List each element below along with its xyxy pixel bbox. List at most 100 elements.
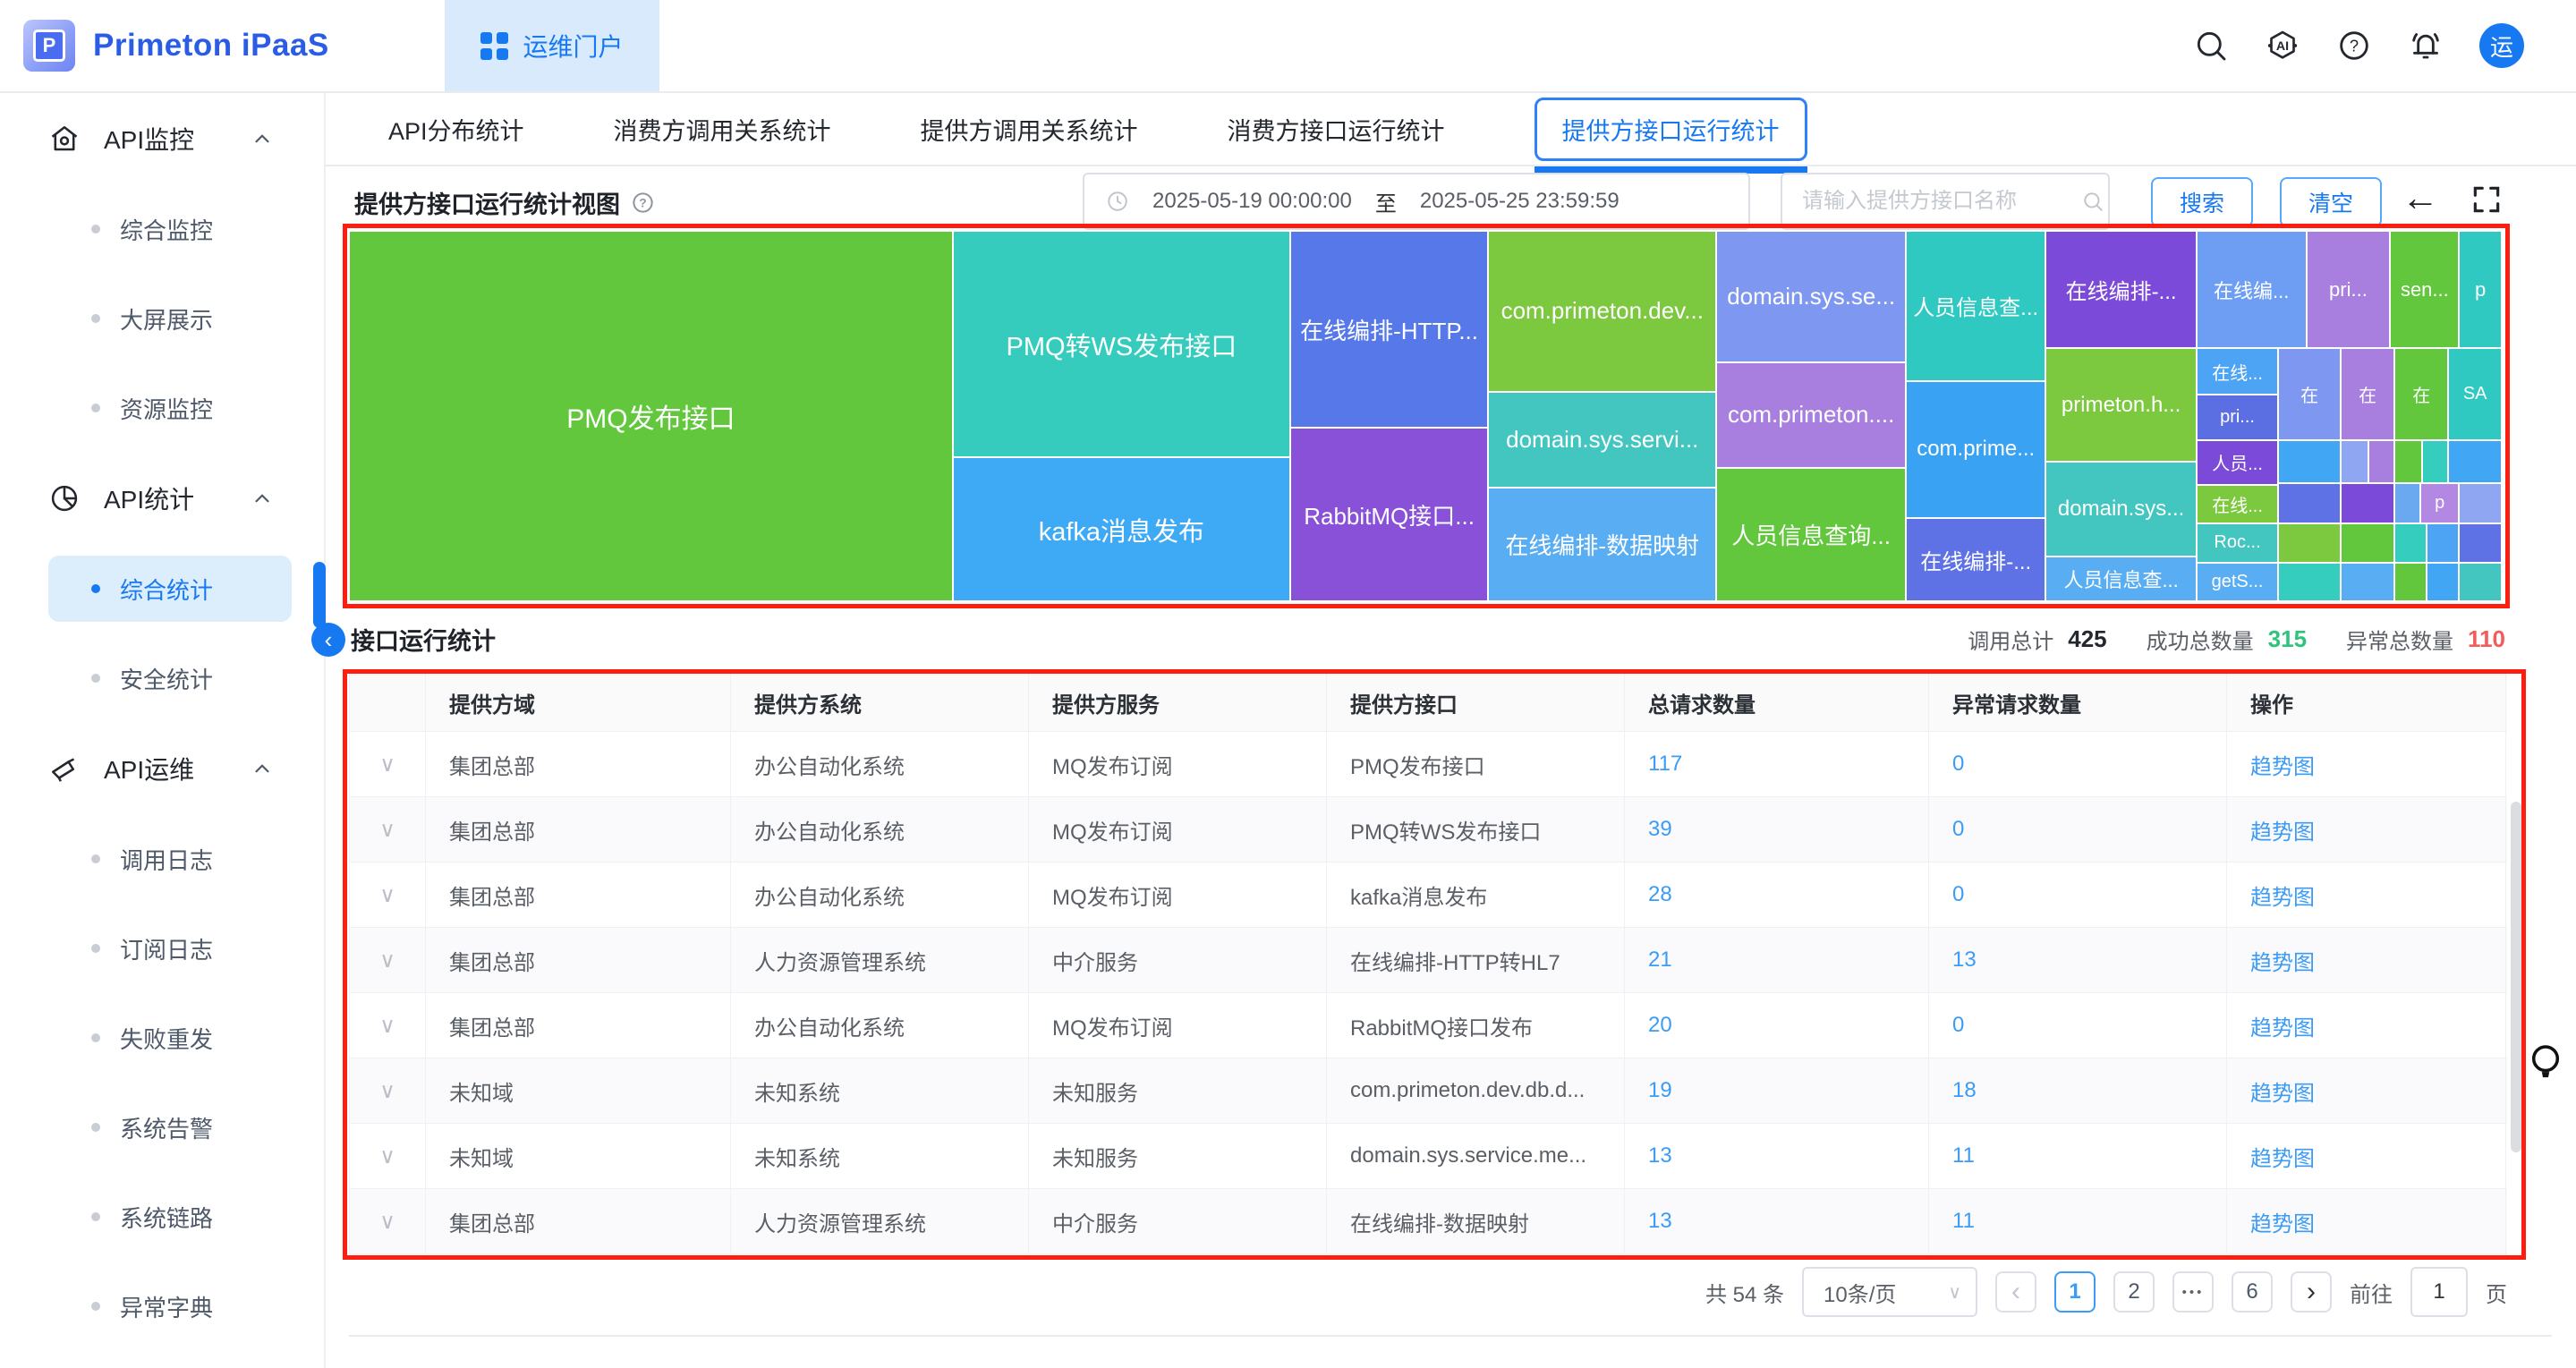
treemap-block-sen...[interactable]: sen... <box>2390 231 2459 348</box>
treemap-block[interactable] <box>2278 483 2341 524</box>
treemap-block[interactable] <box>2278 523 2341 562</box>
sidebar-group-API运维[interactable]: API运维 <box>0 723 324 814</box>
row-expand-icon[interactable]: ∨ <box>350 928 426 992</box>
treemap-block[interactable] <box>2394 440 2422 483</box>
row-expand-icon[interactable]: ∨ <box>350 862 426 927</box>
treemap-block-PMQ转WS发布接口[interactable]: PMQ转WS发布接口 <box>953 231 1290 457</box>
search-input[interactable] <box>1782 188 2081 215</box>
treemap-block-domain.sys.se...[interactable]: domain.sys.se... <box>1716 231 1906 362</box>
search-button[interactable]: 搜索 <box>2151 177 2253 227</box>
next-page-button[interactable]: › <box>2291 1271 2332 1313</box>
page-button-1[interactable]: 1 <box>2054 1271 2096 1313</box>
treemap-block[interactable] <box>2394 483 2420 524</box>
sidebar-item-系统链路[interactable]: 系统链路 <box>0 1172 324 1262</box>
treemap-block-com.primeton....[interactable]: com.primeton.... <box>1716 362 1906 469</box>
treemap-block-在[interactable]: 在 <box>2278 348 2341 440</box>
scrollbar-thumb[interactable] <box>2511 802 2521 1152</box>
treemap-block-人员...[interactable]: 人员... <box>2197 440 2278 485</box>
sidebar-item-失败重发[interactable]: 失败重发 <box>0 993 324 1083</box>
treemap-block-在线...[interactable]: 在线... <box>2197 485 2278 523</box>
treemap-block[interactable] <box>2459 563 2502 601</box>
cell-error-requests[interactable]: 0 <box>1929 797 2227 862</box>
treemap-block[interactable] <box>2394 523 2427 562</box>
treemap-block[interactable] <box>2394 563 2427 601</box>
goto-page-input[interactable] <box>2410 1267 2468 1317</box>
sidebar-item-系统告警[interactable]: 系统告警 <box>0 1083 324 1172</box>
row-expand-icon[interactable]: ∨ <box>350 797 426 862</box>
trend-chart-link[interactable]: 趋势图 <box>2227 797 2506 862</box>
sidebar-item-大屏展示[interactable]: 大屏展示 <box>0 274 324 363</box>
treemap-block-getS...[interactable]: getS... <box>2197 563 2278 601</box>
page-button-2[interactable]: 2 <box>2113 1271 2155 1313</box>
sidebar-group-API统计[interactable]: API统计 <box>0 453 324 544</box>
treemap-block[interactable] <box>2341 483 2394 524</box>
cell-error-requests[interactable]: 11 <box>1929 1124 2227 1188</box>
treemap-block-在线编排-...[interactable]: 在线编排-... <box>2045 231 2196 348</box>
tab-提供方接口运行统计[interactable]: 提供方接口运行统计 <box>1535 98 1807 161</box>
cell-error-requests[interactable]: 0 <box>1929 993 2227 1058</box>
treemap-block[interactable] <box>2341 440 2368 483</box>
tab-消费方调用关系统计[interactable]: 消费方调用关系统计 <box>614 112 831 147</box>
treemap-block-在线编排-...[interactable]: 在线编排-... <box>1906 518 2045 601</box>
page-button-6[interactable]: 6 <box>2232 1271 2273 1313</box>
cell-error-requests[interactable]: 11 <box>1929 1189 2227 1253</box>
page-ellipsis[interactable]: ••• <box>2172 1271 2214 1313</box>
nav-portal-tab[interactable]: 运维门户 <box>445 0 659 91</box>
treemap-block-RabbitMQ接口...[interactable]: RabbitMQ接口... <box>1290 428 1488 601</box>
treemap-block-Roc...[interactable]: Roc... <box>2197 523 2278 562</box>
treemap-block-primeton.h...[interactable]: primeton.h... <box>2045 348 2196 462</box>
sidebar-item-综合监控[interactable]: 综合监控 <box>0 184 324 274</box>
trend-chart-link[interactable]: 趋势图 <box>2227 862 2506 927</box>
treemap-block[interactable] <box>2341 523 2394 562</box>
treemap-block[interactable] <box>2427 523 2459 562</box>
cell-error-requests[interactable]: 13 <box>1929 928 2227 992</box>
treemap-block-kafka消息发布[interactable]: kafka消息发布 <box>953 457 1290 601</box>
trend-chart-link[interactable]: 趋势图 <box>2227 1058 2506 1123</box>
fullscreen-icon[interactable] <box>2470 183 2504 217</box>
prev-page-button[interactable]: ‹ <box>1995 1271 2036 1313</box>
clear-button[interactable]: 清空 <box>2280 177 2382 227</box>
treemap-block-在线编...[interactable]: 在线编... <box>2197 231 2307 348</box>
input-search-icon[interactable] <box>2081 190 2104 213</box>
treemap-block-com.primeton.dev...[interactable]: com.primeton.dev... <box>1488 231 1716 392</box>
date-range-picker[interactable]: 2025-05-19 00:00:00 至 2025-05-25 23:59:5… <box>1083 173 1750 230</box>
treemap-block-在[interactable]: 在 <box>2341 348 2394 440</box>
cell-total-requests[interactable]: 20 <box>1625 993 1929 1058</box>
sidebar-item-订阅日志[interactable]: 订阅日志 <box>0 904 324 993</box>
sidebar-item-安全统计[interactable]: 安全统计 <box>0 633 324 723</box>
treemap-block-人员信息查...[interactable]: 人员信息查... <box>2045 557 2196 601</box>
notification-bell-icon[interactable] <box>2408 28 2444 64</box>
cell-error-requests[interactable]: 18 <box>1929 1058 2227 1123</box>
treemap-block[interactable] <box>2459 483 2502 524</box>
treemap-block-pri...[interactable]: pri... <box>2197 395 2278 440</box>
sidebar-group-API监控[interactable]: API监控 <box>0 93 324 184</box>
search-icon[interactable] <box>2193 28 2229 64</box>
treemap-block[interactable] <box>2427 563 2459 601</box>
cell-total-requests[interactable]: 13 <box>1625 1189 1929 1253</box>
row-expand-icon[interactable]: ∨ <box>350 1058 426 1123</box>
treemap-block-domain.sys...[interactable]: domain.sys... <box>2045 462 2196 557</box>
trend-chart-link[interactable]: 趋势图 <box>2227 928 2506 992</box>
tab-提供方调用关系统计[interactable]: 提供方调用关系统计 <box>921 112 1138 147</box>
cell-total-requests[interactable]: 39 <box>1625 797 1929 862</box>
treemap-block[interactable] <box>2459 523 2502 562</box>
title-help-icon[interactable]: ? <box>631 191 655 215</box>
cell-total-requests[interactable]: 117 <box>1625 732 1929 796</box>
treemap-block-人员信息查...[interactable]: 人员信息查... <box>1906 231 2045 381</box>
sidebar-item-综合统计[interactable]: 综合统计 <box>0 544 324 633</box>
treemap-block-p[interactable]: p <box>2459 231 2502 348</box>
treemap-block-在线编排-HTTP...[interactable]: 在线编排-HTTP... <box>1290 231 1488 428</box>
row-expand-icon[interactable]: ∨ <box>350 1124 426 1188</box>
row-expand-icon[interactable]: ∨ <box>350 993 426 1058</box>
sidebar-item-调用日志[interactable]: 调用日志 <box>0 814 324 904</box>
treemap-block[interactable] <box>2278 563 2341 601</box>
treemap-block-com.prime...[interactable]: com.prime... <box>1906 381 2045 519</box>
cell-error-requests[interactable]: 0 <box>1929 732 2227 796</box>
ai-assistant-icon[interactable]: AI <box>2265 28 2300 64</box>
treemap-block-在线编排-数据映射[interactable]: 在线编排-数据映射 <box>1488 488 1716 601</box>
sidebar-collapse-button[interactable]: ‹ <box>311 623 345 657</box>
back-arrow-button[interactable]: ← <box>2402 179 2439 217</box>
user-avatar[interactable]: 运 <box>2479 23 2524 68</box>
trend-chart-link[interactable]: 趋势图 <box>2227 993 2506 1058</box>
help-icon[interactable]: ? <box>2336 28 2372 64</box>
